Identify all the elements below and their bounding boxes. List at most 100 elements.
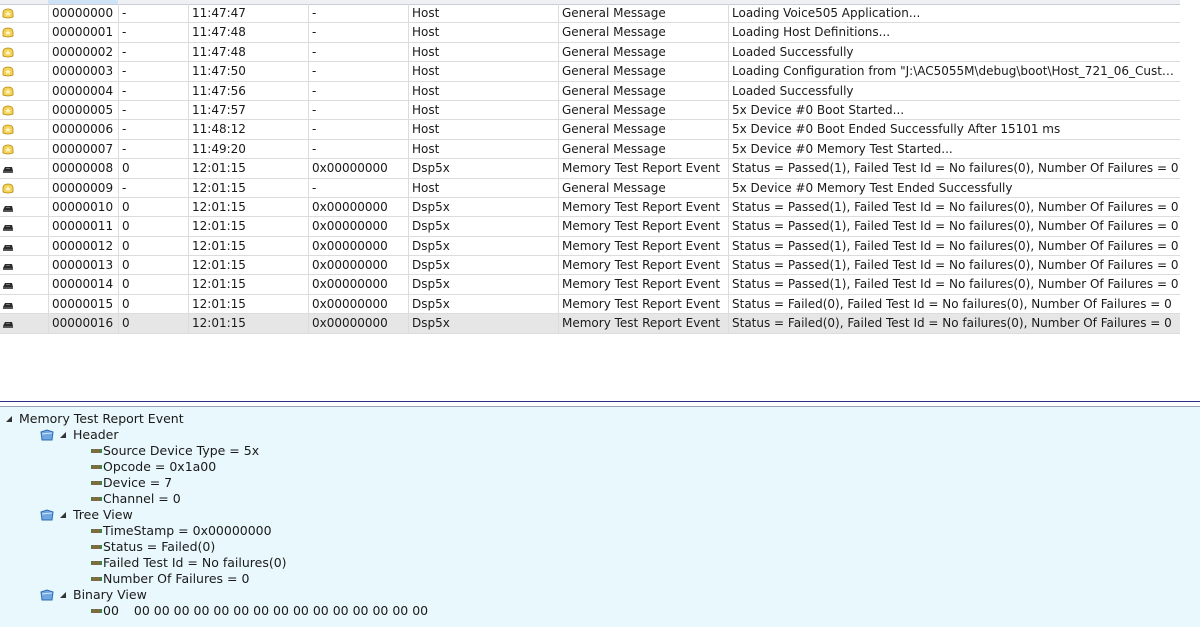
field-label: Device = 7: [103, 475, 173, 490]
time-cell: 12:01:15: [188, 294, 308, 315]
table-row[interactable]: 00000005 - 11:47:57 - Host General Messa…: [0, 100, 1180, 121]
index-cell: 00000014: [48, 275, 118, 295]
event-type-cell: General Message: [558, 81, 728, 101]
index-cell: 00000006: [48, 120, 118, 140]
tree-leaf[interactable]: Source Device Type = 5x: [91, 443, 259, 459]
timestamp-cell: 0x00000000: [308, 217, 408, 237]
time-cell: 11:49:20: [188, 139, 308, 160]
description-cell: 5x Device #0 Memory Test Ended Successfu…: [728, 178, 1180, 198]
tree-node-tree-view[interactable]: Tree View: [40, 507, 133, 523]
index-cell: 00000002: [48, 42, 118, 63]
star-message-icon: [2, 183, 14, 193]
tree-leaf[interactable]: Status = Failed(0): [91, 539, 215, 555]
table-row[interactable]: 00000004 - 11:47:56 - Host General Messa…: [0, 81, 1180, 101]
event-type-cell: General Message: [558, 139, 728, 160]
field-icon: [91, 577, 102, 581]
dsp-chip-icon: [3, 264, 13, 271]
timestamp-cell: 0x00000000: [308, 275, 408, 295]
event-type-cell: Memory Test Report Event: [558, 256, 728, 276]
index-cell: 00000016: [48, 314, 118, 334]
device-cell: 0: [118, 256, 188, 276]
table-row[interactable]: 00000010 0 12:01:15 0x00000000 Dsp5x Mem…: [0, 197, 1180, 218]
table-row[interactable]: 00000007 - 11:49:20 - Host General Messa…: [0, 139, 1180, 160]
index-cell: 00000015: [48, 294, 118, 315]
timestamp-cell: -: [308, 42, 408, 63]
tree-leaf[interactable]: Channel = 0: [91, 491, 181, 507]
expand-arrow-icon[interactable]: [60, 592, 66, 598]
tree-node-binary-view[interactable]: Binary View: [40, 587, 147, 603]
expand-arrow-icon[interactable]: [6, 416, 12, 422]
event-type-cell: General Message: [558, 100, 728, 121]
description-cell: 5x Device #0 Boot Started...: [728, 100, 1180, 121]
device-cell: 0: [118, 217, 188, 237]
row-icon-cell: [0, 43, 48, 62]
tree-leaf[interactable]: Device = 7: [91, 475, 172, 491]
expand-arrow-icon[interactable]: [60, 512, 66, 518]
table-row[interactable]: 00000000 - 11:47:47 - Host General Messa…: [0, 4, 1180, 24]
description-cell: Status = Passed(1), Failed Test Id = No …: [728, 275, 1180, 295]
table-row[interactable]: 00000006 - 11:48:12 - Host General Messa…: [0, 120, 1180, 140]
tree-leaf[interactable]: Number Of Failures = 0: [91, 571, 249, 587]
expand-arrow-icon[interactable]: [60, 432, 66, 438]
device-cell: 0: [118, 314, 188, 334]
field-label: Channel = 0: [103, 491, 181, 506]
row-icon-cell: [0, 4, 48, 23]
table-row[interactable]: 00000002 - 11:47:48 - Host General Messa…: [0, 42, 1180, 63]
tree-node-root[interactable]: Memory Test Report Event: [6, 411, 184, 427]
dsp-chip-icon: [3, 302, 13, 309]
description-cell: Status = Passed(1), Failed Test Id = No …: [728, 197, 1180, 218]
source-cell: Host: [408, 81, 558, 101]
device-cell: -: [118, 4, 188, 24]
event-type-cell: General Message: [558, 23, 728, 43]
field-icon: [91, 449, 102, 453]
source-cell: Host: [408, 4, 558, 24]
event-type-cell: General Message: [558, 178, 728, 198]
description-cell: Loading Host Definitions...: [728, 23, 1180, 43]
tree-leaf[interactable]: TimeStamp = 0x00000000: [91, 523, 272, 539]
table-row[interactable]: 00000009 - 12:01:15 - Host General Messa…: [0, 178, 1180, 198]
star-message-icon: [2, 27, 14, 38]
table-row[interactable]: 00000013 0 12:01:15 0x00000000 Dsp5x Mem…: [0, 256, 1180, 276]
table-row[interactable]: 00000015 0 12:01:15 0x00000000 Dsp5x Mem…: [0, 294, 1180, 315]
index-cell: 00000001: [48, 23, 118, 43]
device-cell: -: [118, 178, 188, 198]
table-row[interactable]: 00000016 0 12:01:15 0x00000000 Dsp5x Mem…: [0, 314, 1180, 334]
description-cell: Loading Configuration from "J:\AC5055M\d…: [728, 62, 1180, 82]
device-cell: -: [118, 120, 188, 140]
tree-leaf-binary[interactable]: 00 00 00 00 00 00 00 00 00 00 00 00 00 00…: [91, 603, 428, 619]
tree-leaf[interactable]: Opcode = 0x1a00: [91, 459, 216, 475]
event-type-cell: General Message: [558, 62, 728, 82]
star-message-icon: [2, 124, 14, 135]
time-cell: 12:01:15: [188, 159, 308, 179]
table-row[interactable]: 00000014 0 12:01:15 0x00000000 Dsp5x Mem…: [0, 275, 1180, 295]
table-row[interactable]: 00000001 - 11:47:48 - Host General Messa…: [0, 23, 1180, 43]
index-cell: 00000008: [48, 159, 118, 179]
table-row[interactable]: 00000003 - 11:47:50 - Host General Messa…: [0, 62, 1180, 82]
field-label: Status = Failed(0): [103, 539, 216, 554]
star-message-icon: [2, 66, 14, 77]
table-row[interactable]: 00000012 0 12:01:15 0x00000000 Dsp5x Mem…: [0, 236, 1180, 257]
timestamp-cell: -: [308, 81, 408, 101]
row-icon-cell: [0, 256, 48, 275]
source-cell: Dsp5x: [408, 275, 558, 295]
event-type-cell: General Message: [558, 42, 728, 63]
tree-view-label: Tree View: [73, 507, 133, 522]
device-cell: -: [118, 62, 188, 82]
tree-node-header[interactable]: Header: [40, 427, 119, 443]
star-message-icon: [2, 47, 14, 58]
row-icon-cell: [0, 23, 48, 42]
event-type-cell: Memory Test Report Event: [558, 275, 728, 295]
source-cell: Host: [408, 23, 558, 43]
source-cell: Dsp5x: [408, 159, 558, 179]
time-cell: 11:47:57: [188, 100, 308, 121]
table-row[interactable]: 00000008 0 12:01:15 0x00000000 Dsp5x Mem…: [0, 159, 1180, 179]
binary-view-label: Binary View: [73, 587, 147, 602]
tree-leaf[interactable]: Failed Test Id = No failures(0): [91, 555, 287, 571]
dsp-chip-icon: [3, 167, 13, 174]
star-message-icon: [2, 144, 14, 155]
time-cell: 11:47:48: [188, 23, 308, 43]
dsp-chip-icon: [3, 225, 13, 232]
timestamp-cell: 0x00000000: [308, 256, 408, 276]
table-row[interactable]: 00000011 0 12:01:15 0x00000000 Dsp5x Mem…: [0, 217, 1180, 237]
pane-splitter[interactable]: [0, 401, 1200, 402]
